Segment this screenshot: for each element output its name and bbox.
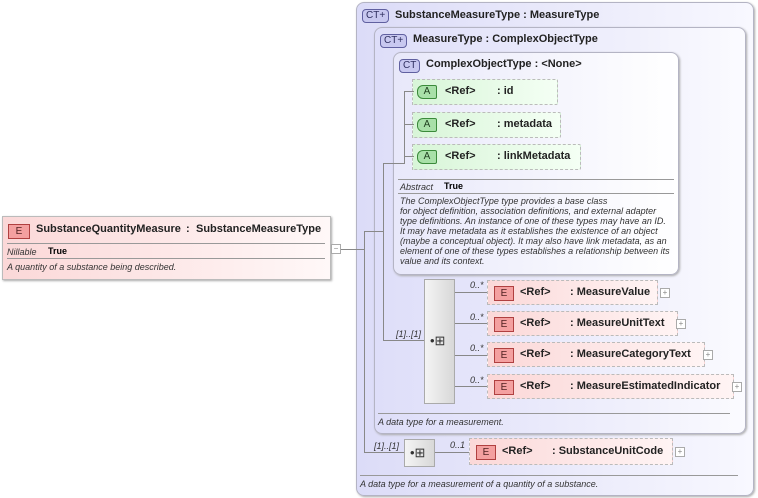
complex-object-type-description: The ComplexObjectType type provides a ba… bbox=[400, 196, 670, 266]
sequence-compositor[interactable]: •⊞ bbox=[424, 279, 455, 404]
sequence-cardinality: [1]..[1] bbox=[396, 329, 422, 339]
divider bbox=[398, 193, 674, 194]
attribute-badge: A bbox=[417, 85, 437, 99]
expand-button[interactable]: + bbox=[676, 319, 686, 329]
collapse-button[interactable]: − bbox=[331, 244, 341, 254]
description-line: value and its context. bbox=[400, 256, 485, 266]
divider bbox=[7, 243, 325, 244]
attribute-name: : id bbox=[497, 85, 514, 97]
connector bbox=[454, 386, 488, 387]
root-element-box[interactable]: E SubstanceQuantityMeasure : SubstanceMe… bbox=[2, 216, 331, 280]
complex-type-badge: CT+ bbox=[362, 9, 390, 23]
description-line: It may have metadata as it establishes t… bbox=[400, 226, 658, 236]
element-badge: E bbox=[494, 286, 514, 301]
element-badge: E bbox=[8, 224, 30, 239]
connector bbox=[454, 355, 488, 356]
element-badge: E bbox=[494, 317, 514, 332]
element-badge: E bbox=[494, 380, 514, 395]
element-measure-value[interactable]: E <Ref> : MeasureValue bbox=[487, 280, 658, 305]
element-name: : SubstanceUnitCode bbox=[552, 445, 664, 457]
connector bbox=[454, 323, 488, 324]
attribute-badge: A bbox=[417, 118, 437, 132]
attribute-name: : metadata bbox=[497, 118, 553, 130]
expand-button[interactable]: + bbox=[675, 447, 685, 457]
element-measure-category-text[interactable]: E <Ref> : MeasureCategoryText bbox=[487, 342, 705, 367]
divider bbox=[360, 475, 738, 476]
ref-label: <Ref> bbox=[520, 317, 551, 329]
connector bbox=[364, 452, 405, 453]
type-separator: : bbox=[186, 223, 190, 235]
element-name: : MeasureEstimatedIndicator bbox=[570, 380, 721, 392]
connector bbox=[404, 91, 405, 164]
ref-label: <Ref> bbox=[520, 348, 551, 360]
measure-type-title: MeasureType : ComplexObjectType bbox=[413, 33, 598, 45]
connector bbox=[404, 124, 414, 125]
description-line: element of one of these types establishe… bbox=[400, 246, 670, 256]
element-measure-unit-text[interactable]: E <Ref> : MeasureUnitText bbox=[487, 311, 678, 336]
measure-type-description: A data type for a measurement. bbox=[378, 417, 504, 427]
element-substance-unit-code[interactable]: E <Ref> : SubstanceUnitCode bbox=[469, 438, 673, 465]
root-element-description: A quantity of a substance being describe… bbox=[7, 262, 177, 272]
ref-label: <Ref> bbox=[520, 380, 551, 392]
element-name: : MeasureCategoryText bbox=[570, 348, 691, 360]
description-line: The ComplexObjectType type provides a ba… bbox=[400, 196, 608, 206]
divider bbox=[7, 258, 325, 259]
attribute-badge: A bbox=[417, 150, 437, 164]
cardinality: 0..* bbox=[470, 280, 484, 290]
element-badge: E bbox=[494, 348, 514, 363]
description-line: type definitions. An instance of one of … bbox=[400, 216, 666, 226]
connector bbox=[404, 156, 414, 157]
substance-measure-type-title: SubstanceMeasureType : MeasureType bbox=[395, 9, 600, 21]
divider bbox=[398, 179, 674, 180]
ref-label: <Ref> bbox=[445, 85, 476, 97]
cardinality: 0..* bbox=[470, 343, 484, 353]
root-element-type: SubstanceMeasureType bbox=[196, 223, 322, 235]
ref-label: <Ref> bbox=[520, 286, 551, 298]
complex-type-badge: CT bbox=[399, 59, 421, 73]
element-name: : MeasureUnitText bbox=[570, 317, 665, 329]
connector bbox=[341, 249, 365, 250]
abstract-label: Abstract bbox=[400, 182, 434, 192]
element-badge: E bbox=[476, 445, 496, 460]
sequence-compositor[interactable]: •⊞ bbox=[404, 439, 435, 467]
complex-object-type-title: ComplexObjectType : <None> bbox=[426, 58, 582, 70]
expand-button[interactable]: + bbox=[660, 288, 670, 298]
connector bbox=[404, 91, 414, 92]
divider bbox=[378, 413, 730, 414]
nillable-label: Nillable bbox=[7, 247, 37, 257]
connector bbox=[383, 163, 405, 164]
sequence-cardinality: [1]..[1] bbox=[374, 441, 400, 451]
cardinality: 0..* bbox=[470, 312, 484, 322]
attribute-name: : linkMetadata bbox=[497, 150, 571, 162]
expand-button[interactable]: + bbox=[703, 350, 713, 360]
substance-measure-type-description: A data type for a measurement of a quant… bbox=[360, 479, 599, 489]
root-element-name: SubstanceQuantityMeasure bbox=[36, 223, 181, 235]
nillable-value: True bbox=[48, 246, 68, 256]
attribute-id[interactable]: A <Ref> : id bbox=[412, 79, 558, 105]
ref-label: <Ref> bbox=[502, 445, 533, 457]
connector bbox=[364, 231, 365, 453]
expand-button[interactable]: + bbox=[732, 382, 742, 392]
connector bbox=[454, 292, 488, 293]
connector bbox=[383, 163, 384, 341]
cardinality: 0..* bbox=[470, 375, 484, 385]
connector bbox=[434, 452, 470, 453]
sequence-icon: •⊞ bbox=[430, 333, 446, 348]
connector bbox=[364, 231, 384, 232]
abstract-value: True bbox=[444, 181, 464, 191]
connector bbox=[383, 340, 425, 341]
cardinality: 0..1 bbox=[450, 440, 466, 450]
attribute-link-metadata[interactable]: A <Ref> : linkMetadata bbox=[412, 144, 581, 170]
complex-type-badge: CT+ bbox=[380, 34, 408, 48]
element-name: : MeasureValue bbox=[570, 286, 651, 298]
element-measure-estimated-indicator[interactable]: E <Ref> : MeasureEstimatedIndicator bbox=[487, 374, 734, 399]
ref-label: <Ref> bbox=[445, 118, 476, 130]
description-line: (maybe a conceptual object). It may also… bbox=[400, 236, 667, 246]
description-line: for object definition, association defin… bbox=[400, 206, 657, 216]
attribute-metadata[interactable]: A <Ref> : metadata bbox=[412, 112, 561, 138]
sequence-icon: •⊞ bbox=[410, 445, 426, 460]
ref-label: <Ref> bbox=[445, 150, 476, 162]
